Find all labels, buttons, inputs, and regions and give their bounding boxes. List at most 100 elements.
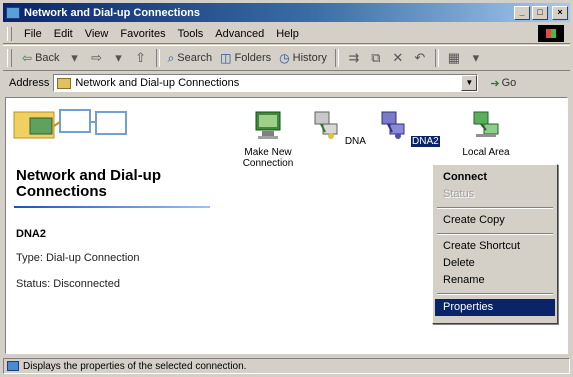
search-icon: ⌕ [167, 50, 175, 65]
back-dropdown-button[interactable]: ▾ [66, 49, 84, 67]
address-label: Address [9, 77, 50, 89]
menu-help[interactable]: Help [270, 28, 305, 40]
make-new-connection-label: Make New Connection [242, 147, 295, 169]
make-new-connection-item[interactable]: Make New Connection [236, 110, 300, 169]
menu-view[interactable]: View [79, 28, 115, 40]
standard-toolbar: ⇦ Back ▾ ⇨ ▾ ⇧ ⌕ Search ◫ Folders ◷ Hist… [3, 45, 570, 71]
search-button[interactable]: ⌕ Search [164, 51, 217, 66]
dna2-label: DNA2 [410, 135, 441, 148]
forward-arrow-icon: ⇨ [91, 50, 102, 65]
context-menu: Connect Status Create Copy Create Shortc… [432, 164, 558, 324]
dialup-connection-icon [381, 111, 405, 139]
network-folder-icon [57, 77, 72, 89]
folder-title-line1: Network and Dial-up [16, 167, 162, 184]
menu-file[interactable]: File [18, 28, 48, 40]
chevron-down-icon: ▾ [472, 50, 480, 65]
history-icon: ◷ [279, 51, 290, 65]
back-label: Back [35, 52, 60, 64]
explorer-window: Network and Dial-up Connections _ □ × Fi… [0, 0, 573, 377]
menu-connect[interactable]: Connect [435, 169, 555, 186]
menu-delete[interactable]: Delete [435, 255, 555, 272]
local-area-label-text: Local Area [462, 147, 510, 158]
dna-label-text: DNA [344, 136, 366, 147]
forward-button[interactable]: ⇨ [88, 49, 106, 67]
toolbar-separator [434, 49, 439, 67]
dna-connection-item[interactable]: DNA [306, 110, 370, 147]
dna-label: DNA [344, 136, 367, 147]
folders-icon: ◫ [220, 51, 232, 65]
undo-icon: ↶ [414, 50, 426, 65]
selected-item-type: Type: Dial-up Connection [16, 252, 140, 264]
back-arrow-icon: ⇦ [22, 51, 33, 65]
maximize-button[interactable]: □ [532, 5, 548, 20]
properties-icon [7, 361, 19, 371]
title-bar[interactable]: Network and Dial-up Connections _ □ × [3, 3, 570, 22]
toolbar-separator [155, 49, 160, 67]
folder-view: Network and Dial-up Connections DNA2 Typ… [5, 97, 568, 354]
delete-button[interactable]: ✕ [389, 49, 407, 67]
address-value[interactable]: Network and Dial-up Connections [75, 77, 239, 89]
address-field[interactable]: Network and Dial-up Connections ▼ [53, 74, 479, 92]
undo-button[interactable]: ↶ [411, 49, 429, 67]
up-folder-icon: ⇧ [135, 50, 146, 65]
address-dropdown-button[interactable]: ▼ [461, 75, 478, 91]
menu-separator [437, 207, 553, 209]
delete-icon: ✕ [392, 50, 404, 65]
menu-tools[interactable]: Tools [172, 28, 210, 40]
go-label: Go [501, 77, 517, 89]
menubar-grip[interactable] [7, 26, 12, 41]
windows-logo-icon [538, 25, 564, 42]
make-new-connection-label-line1: Make New [244, 147, 292, 158]
make-new-connection-label-line2: Connection [242, 158, 294, 169]
selected-item-name: DNA2 [16, 228, 46, 240]
folders-button[interactable]: ◫ Folders [216, 51, 275, 65]
chevron-down-icon: ▾ [115, 50, 122, 65]
folders-label: Folders [234, 52, 272, 64]
menu-separator [437, 233, 553, 235]
local-area-label: Local Area [461, 147, 510, 158]
network-connections-icon [6, 6, 20, 19]
menu-separator [437, 293, 553, 295]
go-button[interactable]: ➔ Go [490, 77, 516, 90]
local-area-connection-item[interactable]: Local Area [454, 110, 518, 158]
network-banner-icon [13, 109, 127, 139]
window-title: Network and Dial-up Connections [24, 6, 201, 19]
toolbar-grip[interactable] [7, 49, 12, 67]
views-button[interactable]: ▦ [445, 49, 463, 67]
menu-create-shortcut[interactable]: Create Shortcut [435, 238, 555, 255]
make-new-connection-icon [255, 111, 281, 139]
move-to-button[interactable]: ⇉ [345, 49, 363, 67]
status-bar: Displays the properties of the selected … [3, 357, 570, 375]
history-label: History [292, 52, 327, 64]
views-dropdown-button[interactable]: ▾ [467, 49, 485, 67]
go-arrow-icon: ➔ [490, 77, 500, 90]
menu-create-copy[interactable]: Create Copy [435, 212, 555, 229]
folder-title: Network and Dial-up Connections [16, 168, 212, 200]
menu-status[interactable]: Status [435, 186, 555, 203]
chevron-down-icon: ▾ [71, 50, 78, 65]
menu-favorites[interactable]: Favorites [114, 28, 171, 40]
search-label: Search [177, 52, 213, 64]
menu-advanced[interactable]: Advanced [209, 28, 270, 40]
menu-rename[interactable]: Rename [435, 272, 555, 289]
copy-to-icon: ⧉ [371, 50, 381, 65]
lan-connection-icon [473, 111, 499, 137]
dna2-label-text: DNA2 [412, 136, 439, 147]
status-text-field: Displays the properties of the selected … [3, 358, 570, 374]
back-button[interactable]: ⇦ Back [18, 51, 64, 65]
minimize-button[interactable]: _ [514, 5, 530, 20]
status-text: Displays the properties of the selected … [23, 360, 247, 372]
address-bar: Address Network and Dial-up Connections … [3, 72, 570, 94]
menu-edit[interactable]: Edit [48, 28, 79, 40]
move-to-icon: ⇉ [348, 50, 360, 65]
folder-title-line2: Connections [16, 183, 107, 200]
menu-properties[interactable]: Properties [435, 299, 555, 316]
forward-dropdown-button[interactable]: ▾ [110, 49, 128, 67]
title-divider [14, 206, 210, 208]
copy-to-button[interactable]: ⧉ [367, 49, 385, 67]
toolbar-separator [334, 49, 339, 67]
close-button[interactable]: × [552, 5, 568, 20]
history-button[interactable]: ◷ History [275, 51, 331, 65]
up-button[interactable]: ⇧ [132, 49, 150, 67]
dna2-connection-item[interactable]: DNA2 [376, 110, 441, 148]
